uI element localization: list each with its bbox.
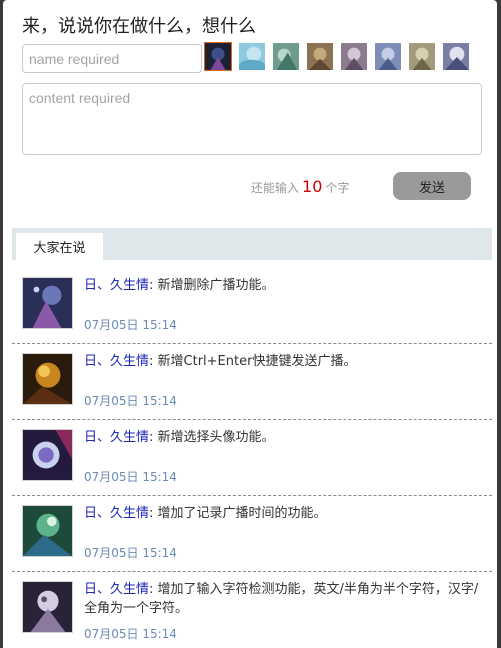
message-sep: : (149, 278, 158, 293)
avatar-option-7[interactable] (408, 42, 436, 71)
message-sep: : (149, 354, 158, 369)
list-item: 日、久生情: 增加了输入字符检测功能，英文/半角为半个字符，汉字/全角为一个字符… (12, 572, 492, 648)
message-text: 日、久生情: 新增Ctrl+Enter快捷键发送广播。 (84, 352, 484, 371)
send-button[interactable]: 发送 (393, 172, 471, 200)
user-avatar (22, 581, 73, 633)
broadcast-list: 日、久生情: 新增删除广播功能。 07月05日 15:14 日、久生情: 新增C… (12, 268, 492, 648)
message-sep: : (149, 506, 158, 521)
message-time: 07月05日 15:14 (84, 546, 177, 560)
message-body: 新增Ctrl+Enter快捷键发送广播。 (157, 354, 357, 369)
message-user[interactable]: 日、久生情 (84, 582, 149, 597)
avatar-option-6[interactable] (374, 42, 402, 71)
user-avatar (22, 429, 73, 481)
message-text: 日、久生情: 增加了记录广播时间的功能。 (84, 504, 484, 523)
avatar-option-8[interactable] (442, 42, 470, 71)
list-item: 日、久生情: 新增Ctrl+Enter快捷键发送广播。 07月05日 15:14 (12, 344, 492, 420)
list-item: 日、久生情: 新增选择头像功能。 07月05日 15:14 (12, 420, 492, 496)
avatar-option-3[interactable] (272, 42, 300, 71)
message-user[interactable]: 日、久生情 (84, 506, 149, 521)
broadcast-panel: 来，说说你在做什么，想什么 name required content requ… (3, 0, 497, 648)
avatar-option-4[interactable] (306, 42, 334, 71)
message-time: 07月05日 15:14 (84, 627, 177, 641)
counter-suffix: 个字 (325, 181, 350, 195)
tab-everyone[interactable]: 大家在说 (16, 233, 103, 260)
name-input[interactable] (22, 44, 202, 73)
message-sep: : (149, 430, 158, 445)
message-body: 新增删除广播功能。 (157, 278, 275, 293)
message-text: 日、久生情: 新增选择头像功能。 (84, 428, 484, 447)
user-avatar (22, 353, 73, 405)
message-sep: : (149, 582, 158, 597)
user-avatar (22, 277, 73, 329)
message-body: 新增选择头像功能。 (157, 430, 275, 445)
user-avatar (22, 505, 73, 557)
avatar-option-5[interactable] (340, 42, 368, 71)
message-body: 增加了记录广播时间的功能。 (157, 506, 327, 521)
list-item: 日、久生情: 新增删除广播功能。 07月05日 15:14 (12, 268, 492, 344)
message-time: 07月05日 15:14 (84, 394, 177, 408)
feed-tab-bar: 大家在说 (12, 228, 492, 260)
avatar-option-1[interactable] (204, 42, 232, 71)
counter-prefix: 还能输入 (251, 181, 300, 195)
avatar-option-2[interactable] (238, 42, 266, 71)
message-time: 07月05日 15:14 (84, 318, 177, 332)
content-textarea[interactable] (22, 83, 482, 155)
message-user[interactable]: 日、久生情 (84, 278, 149, 293)
counter-value: 10 (302, 177, 323, 196)
char-counter: 还能输入 10 个字 (251, 177, 349, 196)
message-user[interactable]: 日、久生情 (84, 354, 149, 369)
message-text: 日、久生情: 新增删除广播功能。 (84, 276, 484, 295)
message-text: 日、久生情: 增加了输入字符检测功能，英文/半角为半个字符，汉字/全角为一个字符… (84, 580, 484, 618)
list-item: 日、久生情: 增加了记录广播时间的功能。 07月05日 15:14 (12, 496, 492, 572)
message-time: 07月05日 15:14 (84, 470, 177, 484)
composer-heading: 来，说说你在做什么，想什么 (22, 16, 256, 37)
message-user[interactable]: 日、久生情 (84, 430, 149, 445)
